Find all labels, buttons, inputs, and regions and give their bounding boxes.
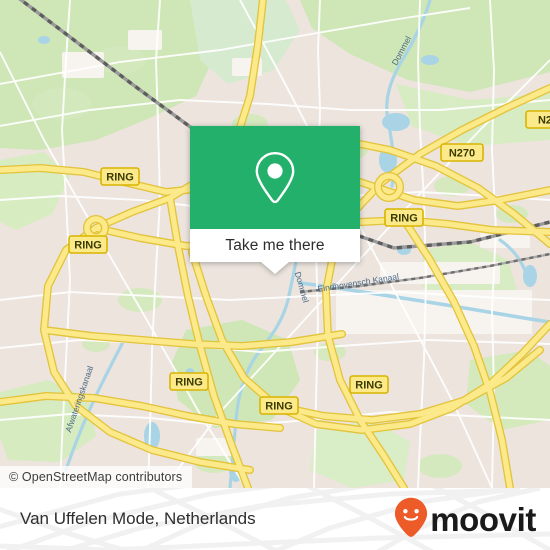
- road-shield: RING: [349, 375, 389, 394]
- popup-pointer: [261, 262, 289, 274]
- footer-bar: Van Uffelen Mode, Netherlands moovit: [0, 488, 550, 550]
- road-shield: RING: [259, 396, 299, 415]
- road-shield: RING: [384, 208, 424, 227]
- take-me-there-popup[interactable]: Take me there: [190, 126, 360, 274]
- moovit-wordmark: moovit: [430, 500, 536, 538]
- moovit-pin-smiley-icon: [394, 497, 428, 542]
- svg-text:RING: RING: [390, 213, 418, 225]
- attribution-text: © OpenStreetMap contributors: [9, 470, 183, 484]
- osm-attribution[interactable]: © OpenStreetMap contributors: [0, 466, 193, 488]
- svg-text:RING: RING: [74, 240, 102, 252]
- map-pin-icon: [252, 150, 298, 206]
- place-title-text: Van Uffelen Mode, Netherlands: [20, 509, 256, 528]
- svg-text:N270: N270: [449, 148, 475, 160]
- svg-text:RING: RING: [175, 377, 203, 389]
- svg-text:RING: RING: [265, 401, 293, 413]
- road-shield: RING: [68, 235, 108, 254]
- popup-action-bar[interactable]: Take me there: [190, 229, 360, 262]
- popup-pin-panel: [190, 126, 360, 229]
- take-me-there-label: Take me there: [225, 236, 325, 254]
- moovit-map-screenshot: Dommel Dommel Eindhovensch Kanaal Afwate…: [0, 0, 550, 550]
- road-shield: N270: [440, 143, 484, 162]
- road-shield: RING: [100, 167, 140, 186]
- svg-text:RING: RING: [106, 172, 134, 184]
- place-title: Van Uffelen Mode, Netherlands: [20, 488, 256, 550]
- road-shield: RING: [169, 372, 209, 391]
- svg-text:N2: N2: [538, 115, 550, 127]
- moovit-logo[interactable]: moovit: [394, 488, 536, 550]
- svg-text:RING: RING: [355, 380, 383, 392]
- road-shield: N2: [525, 110, 550, 129]
